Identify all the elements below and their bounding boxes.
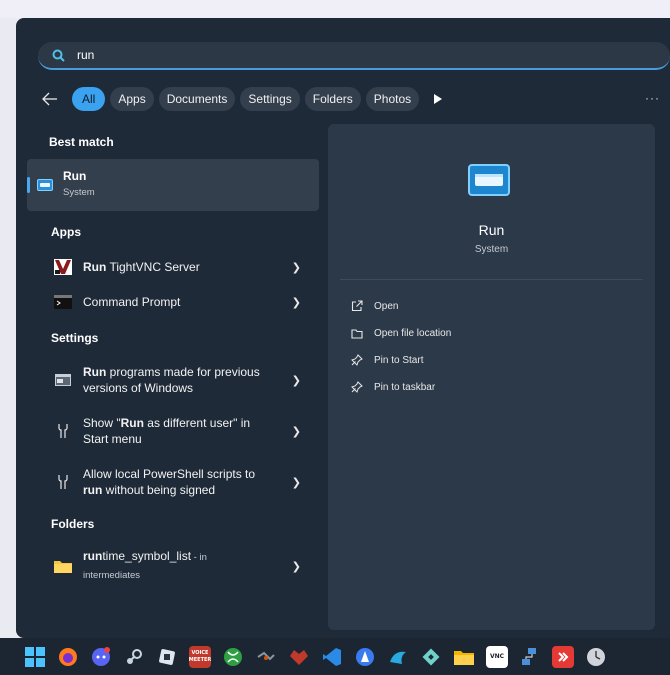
- filter-folders[interactable]: Folders: [304, 87, 361, 111]
- folders-header: Folders: [51, 517, 95, 531]
- app-item-command-prompt[interactable]: Command Prompt ❯: [43, 291, 319, 313]
- vnc-label: VNC: [489, 653, 505, 660]
- action-pin-to-start[interactable]: Pin to Start: [350, 353, 423, 367]
- pin-icon: [350, 380, 364, 394]
- filter-apps[interactable]: Apps: [110, 87, 154, 111]
- best-match-header: Best match: [49, 135, 114, 149]
- discord-icon[interactable]: [90, 646, 112, 668]
- setting-item-run-as-different-user[interactable]: Show "Run as different user" in Start me…: [43, 413, 319, 449]
- setting-label-line2: Start menu: [83, 432, 142, 446]
- app5-icon[interactable]: [387, 646, 409, 668]
- more-filters-play-icon[interactable]: [430, 91, 446, 107]
- clock-icon[interactable]: [585, 646, 607, 668]
- folder-location: intermediates: [83, 570, 141, 581]
- app7-icon[interactable]: [552, 645, 574, 668]
- tightvnc-icon: [53, 257, 73, 277]
- back-arrow-icon[interactable]: [42, 87, 72, 111]
- best-match-subtitle: System: [63, 187, 95, 198]
- app6-icon[interactable]: [420, 646, 442, 668]
- chevron-right-icon[interactable]: ❯: [292, 296, 301, 309]
- match-highlight: Run: [83, 260, 107, 274]
- command-prompt-icon: [53, 292, 73, 312]
- detail-divider: [340, 279, 643, 280]
- app2-icon[interactable]: [255, 646, 277, 668]
- action-pin-to-taskbar-label: Pin to taskbar: [374, 381, 436, 393]
- file-explorer-icon[interactable]: [453, 646, 475, 668]
- xbox-icon[interactable]: [222, 646, 244, 668]
- chevron-right-icon[interactable]: ❯: [292, 261, 301, 274]
- settings-tools-icon: [53, 421, 73, 441]
- run-app-large-icon: [468, 164, 510, 196]
- firefox-icon[interactable]: [57, 646, 79, 668]
- selection-indicator: [27, 177, 30, 193]
- search-icon: [52, 49, 65, 62]
- taskbar: VOICE MEETER VNC: [0, 638, 670, 675]
- setting-label-line1: programs made for previous: [106, 365, 260, 379]
- tightvnc-icon[interactable]: VNC: [486, 645, 508, 668]
- settings-header: Settings: [51, 331, 99, 345]
- app3-icon[interactable]: [288, 646, 310, 668]
- filter-settings[interactable]: Settings: [240, 87, 300, 111]
- detail-pane: Run System Open Open file location Pin t…: [328, 124, 655, 630]
- voicemeeter-label-top: VOICE: [191, 649, 209, 656]
- setting-label-line2: versions of Windows: [83, 381, 194, 395]
- filter-all[interactable]: All: [72, 87, 106, 111]
- chevron-right-icon[interactable]: ❯: [292, 560, 301, 573]
- detail-subtitle: System: [474, 244, 509, 255]
- match-highlight: run: [83, 549, 103, 563]
- action-pin-to-start-label: Pin to Start: [374, 354, 424, 366]
- chevron-right-icon[interactable]: ❯: [292, 425, 301, 438]
- folder-name: time_symbol_list: [102, 549, 192, 563]
- voicemeeter-label-bottom: MEETER: [188, 656, 212, 663]
- apps-header: Apps: [51, 225, 81, 239]
- vscode-icon[interactable]: [321, 646, 343, 668]
- network-icon[interactable]: [519, 646, 541, 668]
- chevron-right-icon[interactable]: ❯: [292, 476, 301, 489]
- open-external-icon: [350, 299, 364, 313]
- chevron-right-icon[interactable]: ❯: [292, 374, 301, 387]
- search-input[interactable]: run: [77, 48, 94, 62]
- action-open-file-location[interactable]: Open file location: [350, 326, 451, 340]
- action-open[interactable]: Open: [350, 299, 398, 313]
- filter-bar: All Apps Documents Settings Folders Phot…: [42, 86, 670, 112]
- best-match-title: Run: [63, 169, 87, 183]
- folder-icon: [53, 556, 73, 576]
- detail-title: Run: [478, 222, 505, 238]
- action-open-file-location-label: Open file location: [374, 327, 452, 339]
- setting-label-line2: without being signed: [102, 483, 216, 497]
- app-item-label: TightVNC Server: [106, 260, 200, 274]
- match-highlight: run: [83, 483, 103, 497]
- folder-item-runtime-symbol-list[interactable]: runtime_symbol_list - in intermediates ❯: [43, 548, 319, 584]
- compatibility-settings-icon: [53, 370, 73, 390]
- action-open-label: Open: [374, 300, 399, 312]
- folder-outline-icon: [350, 326, 364, 340]
- setting-item-powershell-scripts[interactable]: Allow local PowerShell scripts to run wi…: [43, 464, 319, 500]
- steam-icon[interactable]: [123, 646, 145, 668]
- more-options-icon[interactable]: ···: [645, 86, 660, 110]
- pin-icon: [350, 353, 364, 367]
- setting-label-line1-rest: as different user" in: [143, 416, 251, 430]
- app-item-tightvnc[interactable]: Run TightVNC Server ❯: [43, 256, 319, 278]
- setting-item-compatibility[interactable]: Run programs made for previous versions …: [43, 362, 319, 398]
- start-icon[interactable]: [24, 646, 46, 668]
- app-item-label: Command Prompt: [83, 295, 181, 309]
- filter-documents[interactable]: Documents: [158, 87, 236, 111]
- filter-photos[interactable]: Photos: [365, 87, 420, 111]
- match-highlight: Run: [120, 416, 144, 430]
- folder-location-prefix: - in: [191, 552, 207, 563]
- app4-icon[interactable]: [354, 646, 376, 668]
- desktop-background: [0, 0, 670, 18]
- app-icon[interactable]: [156, 646, 178, 668]
- run-app-icon: [37, 178, 53, 191]
- setting-label-line1: Allow local PowerShell scripts to: [83, 467, 256, 481]
- action-pin-to-taskbar[interactable]: Pin to taskbar: [350, 380, 435, 394]
- settings-tools-icon: [53, 472, 73, 492]
- voicemeeter-icon[interactable]: VOICE MEETER: [188, 645, 212, 668]
- match-highlight: Run: [83, 365, 107, 379]
- setting-label-line1: Show ": [83, 416, 121, 430]
- best-match-item[interactable]: Run System: [27, 159, 319, 211]
- search-box[interactable]: run: [38, 42, 670, 70]
